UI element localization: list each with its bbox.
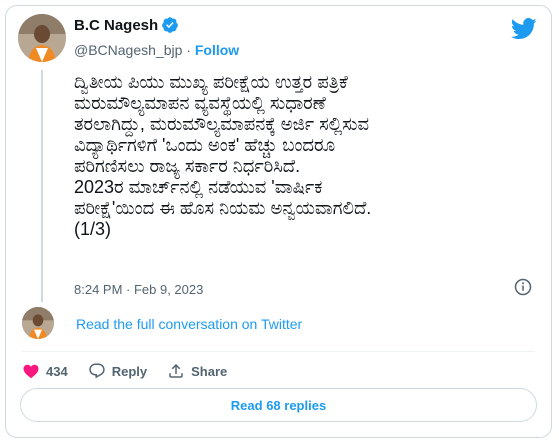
read-replies-button[interactable]: Read 68 replies: [20, 388, 537, 422]
reply-bubble-icon: [89, 363, 105, 379]
tweet-card: B.C Nagesh @BCNagesh_bjp · Follow ದ್ವಿತೀ…: [5, 5, 552, 438]
reply-avatar[interactable]: [22, 307, 54, 339]
share-icon: [169, 363, 183, 378]
follow-button[interactable]: Follow: [195, 42, 239, 58]
thread-connector-line: [41, 70, 43, 302]
author-handle-row: @BCNagesh_bjp · Follow: [74, 42, 239, 58]
author-avatar[interactable]: [18, 14, 66, 62]
like-count: 434: [46, 363, 68, 379]
author-handle[interactable]: @BCNagesh_bjp: [74, 42, 182, 58]
info-icon[interactable]: [514, 278, 532, 296]
action-bar: 434 Reply Share: [22, 359, 247, 383]
share-label: Share: [191, 363, 228, 379]
heart-icon: [23, 364, 39, 379]
twitter-bird-icon[interactable]: [511, 18, 537, 40]
tweet-text: ದ್ವಿತೀಯ ಪಿಯು ಮುಖ್ಯ ಪರೀಕ್ಷೆಯ ಉತ್ತರ ಪತ್ರಿಕ…: [74, 72, 372, 239]
tweet-timestamp[interactable]: 8:24 PM · Feb 9, 2023: [74, 282, 203, 297]
author-name-row: B.C Nagesh: [74, 16, 179, 34]
reply-button[interactable]: Reply: [88, 362, 147, 380]
like-button[interactable]: 434: [22, 362, 68, 380]
author-name[interactable]: B.C Nagesh: [74, 17, 158, 34]
verified-badge-icon: [162, 17, 179, 33]
read-conversation-link[interactable]: Read the full conversation on Twitter: [76, 316, 302, 332]
divider: [22, 351, 535, 352]
separator-dot: ·: [186, 42, 191, 58]
share-button[interactable]: Share: [167, 362, 227, 380]
reply-label: Reply: [111, 363, 148, 379]
